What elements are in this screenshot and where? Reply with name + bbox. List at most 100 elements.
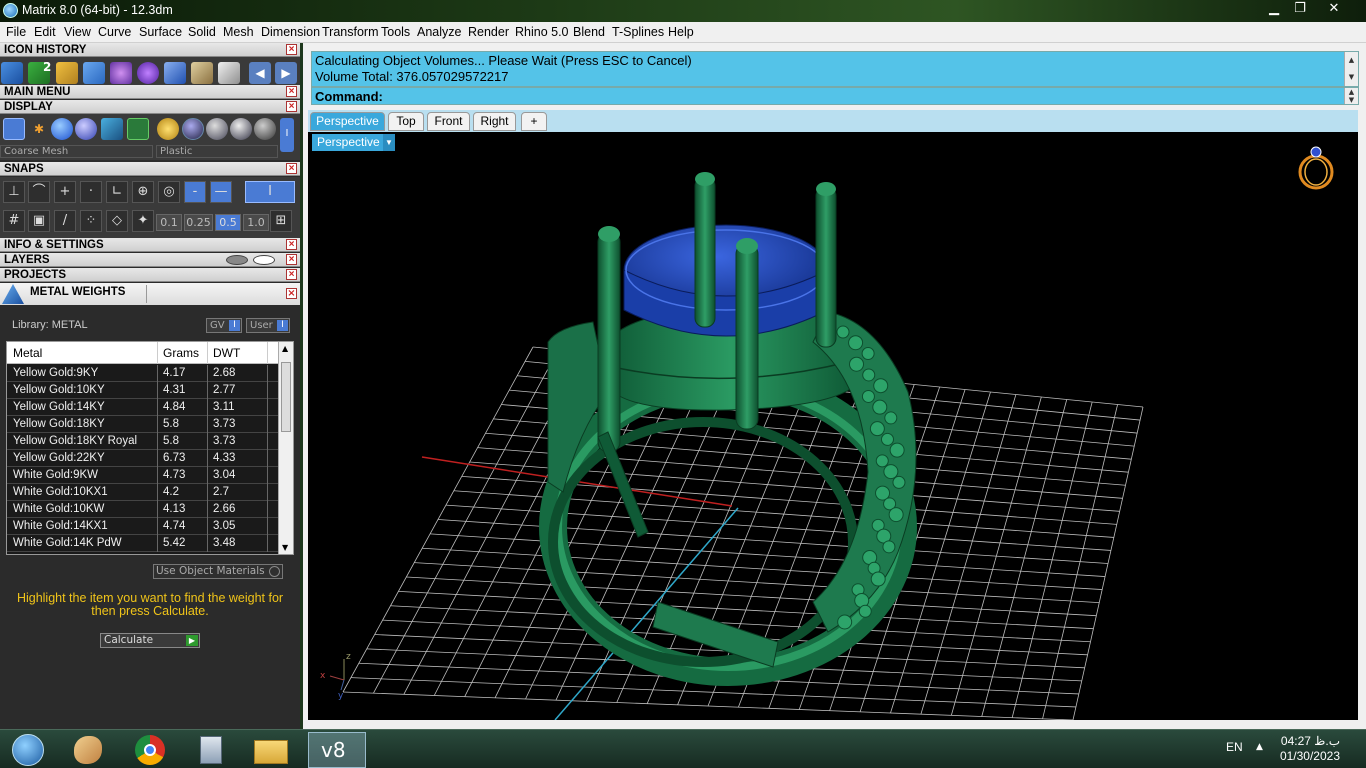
- table-row[interactable]: White Gold:9KW 4.73 3.04: [7, 467, 279, 484]
- tab-perspective[interactable]: Perspective: [310, 112, 385, 131]
- matrix-taskbar-button[interactable]: v8: [308, 732, 366, 768]
- menu-view[interactable]: View: [64, 25, 91, 39]
- snap-value-2[interactable]: 0.5: [215, 214, 241, 231]
- projects-header[interactable]: PROJECTS ×: [0, 268, 300, 282]
- info-settings-header[interactable]: INFO & SETTINGS ×: [0, 238, 300, 252]
- scroll-up-icon[interactable]: ▲: [1344, 52, 1358, 69]
- file-explorer-icon[interactable]: [248, 732, 296, 768]
- use-object-materials-option[interactable]: Use Object Materials: [153, 564, 283, 579]
- main-menu-header[interactable]: MAIN MENU ×: [0, 85, 300, 99]
- display-toggle[interactable]: I: [280, 118, 294, 152]
- environment-icon[interactable]: [101, 118, 123, 140]
- column-dwt[interactable]: DWT: [213, 346, 240, 360]
- layout-icon[interactable]: [127, 118, 149, 140]
- menu-blend[interactable]: Blend: [573, 25, 605, 39]
- material-select[interactable]: Plastic: [156, 145, 278, 158]
- table-scrollbar[interactable]: ▲ ▼: [278, 342, 293, 554]
- menu-tsplines[interactable]: T-Splines: [612, 25, 664, 39]
- back-arrow-icon[interactable]: ◀: [249, 62, 271, 84]
- spheres-tool-icon[interactable]: [110, 62, 132, 84]
- cube-snap-icon[interactable]: ▣: [28, 210, 50, 232]
- ring-navigation-icon[interactable]: [1298, 146, 1334, 190]
- matte-material-icon[interactable]: [254, 118, 276, 140]
- snap-knot-icon[interactable]: -: [184, 181, 206, 203]
- figure-icon[interactable]: ✱: [28, 118, 50, 140]
- table-row[interactable]: White Gold:10KW 4.13 2.66: [7, 501, 279, 518]
- table-row[interactable]: White Gold:10KX1 4.2 2.7: [7, 484, 279, 501]
- scroll-down-icon[interactable]: ▼: [282, 543, 288, 552]
- menu-dimension[interactable]: Dimension: [261, 25, 320, 39]
- close-window-button[interactable]: ✕: [1316, 0, 1352, 18]
- chrome-app-icon[interactable]: [127, 732, 175, 768]
- book-tool-icon[interactable]: [191, 62, 213, 84]
- system-clock[interactable]: 04:27 ب.ظ 01/30/2023: [1280, 734, 1340, 764]
- snap-near-icon[interactable]: ⌒: [28, 181, 50, 203]
- snap-center-icon[interactable]: ⊕: [132, 181, 154, 203]
- viewport-name-dropdown[interactable]: Perspective ▼: [312, 134, 395, 151]
- tab-right[interactable]: Right: [473, 112, 516, 131]
- menu-surface[interactable]: Surface: [139, 25, 182, 39]
- snaps-header[interactable]: SNAPS ×: [0, 162, 300, 176]
- plane-snap-icon[interactable]: ◇: [106, 210, 128, 232]
- close-icon[interactable]: ×: [286, 44, 297, 55]
- menu-tools[interactable]: Tools: [381, 25, 410, 39]
- user-toggle[interactable]: User I: [246, 318, 290, 333]
- check-tool-icon[interactable]: [164, 62, 186, 84]
- snap-value-0[interactable]: 0.1: [156, 214, 182, 231]
- table-row[interactable]: White Gold:14K PdW 5.42 3.48: [7, 535, 279, 552]
- command-line[interactable]: Command: ▲ ▼: [311, 87, 1359, 105]
- dots-snap-icon[interactable]: ⁘: [80, 210, 102, 232]
- close-icon[interactable]: ×: [286, 163, 297, 174]
- add-tab-button[interactable]: +: [521, 112, 547, 131]
- table-row[interactable]: Yellow Gold:22KY 6.73 4.33: [7, 450, 279, 467]
- wireframe-icon[interactable]: [3, 118, 25, 140]
- table-row[interactable]: Yellow Gold:18KY 5.8 3.73: [7, 416, 279, 433]
- grid-snap-icon[interactable]: #: [3, 210, 25, 232]
- menu-file[interactable]: File: [6, 25, 26, 39]
- layers-header[interactable]: LAYERS ×: [0, 253, 300, 267]
- icon-history-header[interactable]: ICON HISTORY ×: [0, 43, 300, 57]
- show-hidden-icons-icon[interactable]: ▲: [1256, 742, 1263, 752]
- chrome-material-icon[interactable]: [230, 118, 252, 140]
- table-row[interactable]: Yellow Gold:9KY 4.17 2.68: [7, 365, 279, 382]
- gold-material-icon[interactable]: [157, 118, 179, 140]
- menu-edit[interactable]: Edit: [34, 25, 56, 39]
- grid-tool-icon[interactable]: [56, 62, 78, 84]
- gv-toggle[interactable]: GV I: [206, 318, 242, 333]
- command-spin-icon[interactable]: ▲ ▼: [1344, 88, 1358, 104]
- scroll-down-icon[interactable]: ▼: [1344, 69, 1358, 86]
- snap-value-3[interactable]: 1.0: [243, 214, 269, 231]
- window-titlebar[interactable]: Matrix 8.0 (64-bit) - 12.3dm ▁ ❐ ✕: [0, 0, 1366, 22]
- sphere-tool-icon[interactable]: [137, 62, 159, 84]
- close-icon[interactable]: ×: [286, 86, 297, 97]
- metal-weights-header[interactable]: METAL WEIGHTS ×: [0, 283, 300, 305]
- gumball-icon[interactable]: ✦: [132, 210, 154, 232]
- matrix-home-icon[interactable]: [1, 62, 23, 84]
- menu-analyze[interactable]: Analyze: [417, 25, 461, 39]
- lock-toggle-icon[interactable]: [226, 255, 248, 265]
- restore-button[interactable]: ❐: [1287, 0, 1313, 18]
- transform-tool-icon[interactable]: [83, 62, 105, 84]
- rendered-sphere-icon[interactable]: [75, 118, 97, 140]
- snap-mid-icon[interactable]: ·: [80, 181, 102, 203]
- snap-value-1[interactable]: 0.25: [184, 214, 213, 231]
- shaded-sphere-icon[interactable]: [51, 118, 73, 140]
- chevron-down-icon[interactable]: ▼: [383, 134, 395, 151]
- mesh-quality-select[interactable]: Coarse Mesh: [0, 145, 153, 158]
- menu-mesh[interactable]: Mesh: [223, 25, 254, 39]
- snaps-toggle[interactable]: I: [245, 181, 295, 203]
- eye-icon[interactable]: [253, 255, 275, 265]
- display-header[interactable]: DISPLAY ×: [0, 100, 300, 114]
- table-row[interactable]: Yellow Gold:10KY 4.31 2.77: [7, 382, 279, 399]
- snap-end-icon[interactable]: ⊥: [3, 181, 25, 203]
- scroll-thumb[interactable]: [281, 362, 291, 432]
- snap-perp-icon[interactable]: ∟: [106, 181, 128, 203]
- snap-quad-icon[interactable]: ◎: [158, 181, 180, 203]
- forward-arrow-icon[interactable]: ▶: [275, 62, 297, 84]
- close-icon[interactable]: ×: [286, 269, 297, 280]
- close-icon[interactable]: ×: [286, 101, 297, 112]
- snap-point-icon[interactable]: +: [54, 181, 76, 203]
- close-icon[interactable]: ×: [286, 254, 297, 265]
- close-icon[interactable]: ×: [286, 288, 297, 299]
- menu-curve[interactable]: Curve: [98, 25, 131, 39]
